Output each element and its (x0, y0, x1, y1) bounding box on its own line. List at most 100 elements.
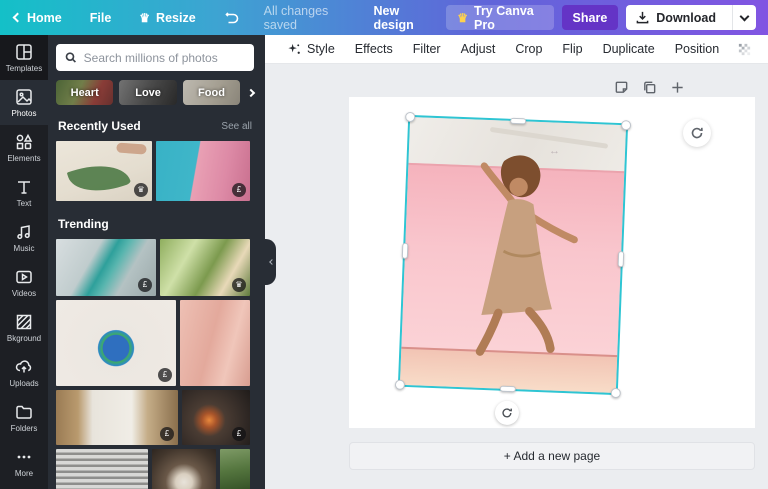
undo-button[interactable] (210, 0, 254, 35)
resize-cursor: ↔ (549, 145, 560, 157)
photo-thumb-family-picnic[interactable]: ♛ (160, 239, 250, 296)
download-main[interactable]: Download (626, 11, 726, 25)
download-button[interactable]: Download (626, 5, 756, 30)
sidebar-label: Elements (7, 153, 41, 163)
style-button[interactable]: Style (277, 42, 345, 57)
transparency-icon (739, 43, 751, 55)
rotate-icon (502, 408, 512, 418)
jumping-woman-photo[interactable] (397, 114, 629, 396)
photo-thumb-globe-hands[interactable]: £ (56, 300, 176, 386)
videos-icon (16, 270, 32, 283)
sidebar-item-uploads[interactable]: Uploads (0, 350, 48, 395)
see-all-link[interactable]: See all (221, 121, 252, 132)
filter-button[interactable]: Filter (403, 42, 451, 56)
pro-crown-icon: ♛ (457, 10, 468, 25)
adjust-button[interactable]: Adjust (451, 42, 506, 56)
save-status: All changes saved (263, 3, 329, 32)
share-label: Share (572, 10, 608, 25)
sidebar-item-background[interactable]: Bkground (0, 305, 48, 350)
duplicate-page-button[interactable] (640, 78, 658, 96)
panel-collapse-tab[interactable] (265, 239, 276, 285)
sidebar-label: Uploads (9, 378, 39, 388)
position-button[interactable]: Position (665, 42, 729, 56)
sidebar-item-elements[interactable]: Elements (0, 125, 48, 170)
resize-handle-w[interactable] (401, 242, 409, 259)
chip-food[interactable]: Food (182, 80, 241, 105)
photo-thumb-fireplace[interactable]: £ (182, 390, 250, 445)
search-icon (65, 52, 76, 63)
add-page-label: + Add a new page (503, 449, 601, 463)
resize-button[interactable]: ♛ Resize (125, 0, 209, 35)
paid-badge: £ (232, 427, 246, 441)
undo-icon (225, 11, 238, 23)
notes-icon (615, 81, 627, 93)
sidebar-label: Music (13, 243, 35, 253)
resize-handle-e[interactable] (617, 251, 625, 268)
flip-button[interactable]: Flip (552, 42, 592, 56)
style-label: Style (307, 42, 335, 56)
chip-heart[interactable]: Heart (56, 80, 114, 105)
sidebar-item-music[interactable]: Music (0, 215, 48, 260)
sidebar-item-text[interactable]: Text (0, 170, 48, 215)
chips-next-button[interactable] (246, 88, 256, 97)
top-bar: Home File ♛ Resize All changes saved New… (0, 0, 768, 35)
photo-thumb-girl-pink-wall[interactable] (180, 300, 250, 386)
new-design-button[interactable]: New design (359, 0, 446, 35)
photo-thumb-blinds[interactable] (56, 449, 148, 489)
photo-thumb-kitchen-man[interactable]: £ (56, 239, 156, 296)
file-menu[interactable]: File (76, 0, 126, 35)
selected-image[interactable] (394, 111, 632, 426)
resize-handle-n[interactable] (510, 117, 527, 125)
sidebar-rail: Templates Photos Elements Text Music Vid… (0, 35, 48, 489)
sidebar-label: More (14, 468, 34, 478)
photo-thumb-fern[interactable]: ♛ (56, 141, 152, 201)
refresh-button[interactable] (683, 119, 711, 147)
share-button[interactable]: Share (561, 5, 619, 30)
search-input[interactable] (83, 50, 245, 65)
file-label: File (89, 10, 112, 25)
more-icon (17, 455, 31, 458)
text-icon (18, 180, 30, 194)
editor-toolbar: Style Effects Filter Adjust Crop Flip Du… (265, 35, 768, 64)
chevron-left-icon (12, 12, 23, 23)
sidebar-item-folders[interactable]: Folders (0, 395, 48, 440)
recently-used-title: Recently Used (58, 119, 141, 133)
crop-button[interactable]: Crop (505, 42, 552, 56)
download-dropdown[interactable] (732, 5, 756, 30)
sidebar-item-templates[interactable]: Templates (0, 35, 48, 80)
add-new-page-button[interactable]: + Add a new page (349, 442, 755, 470)
sidebar-item-photos[interactable]: Photos (0, 80, 48, 125)
photo-thumb-chef[interactable] (152, 449, 216, 489)
home-button[interactable]: Home (0, 0, 76, 35)
crop-label: Crop (515, 42, 543, 56)
chip-love[interactable]: Love (119, 80, 177, 105)
effects-button[interactable]: Effects (345, 42, 403, 56)
crown-badge: ♛ (232, 278, 246, 292)
try-canva-pro-button[interactable]: ♛ Try Canva Pro (446, 4, 554, 32)
category-chips: Heart Love Food (56, 80, 256, 105)
fern-illustration (66, 154, 132, 201)
sidebar-item-more[interactable]: More (0, 440, 48, 485)
link-button[interactable] (760, 42, 768, 57)
adjust-label: Adjust (460, 42, 496, 56)
sidebar-label: Text (16, 198, 32, 208)
download-icon (636, 11, 649, 24)
download-label: Download (656, 10, 716, 25)
chip-label: Heart (70, 86, 99, 99)
sidebar-label: Videos (11, 288, 37, 298)
add-page-icon-button[interactable] (668, 78, 686, 96)
photo-thumb-flowers[interactable]: £ (156, 141, 250, 201)
notes-button[interactable] (612, 78, 630, 96)
transparency-button[interactable] (729, 42, 760, 57)
sidebar-item-videos[interactable]: Videos (0, 260, 48, 305)
duplicate-button[interactable]: Duplicate (593, 42, 665, 56)
duplicate-page-icon (643, 81, 655, 93)
photos-panel: Heart Love Food Recently Used See all ♛ … (48, 35, 265, 489)
sidebar-label: Bkground (6, 333, 42, 343)
photos-icon (16, 88, 32, 105)
resize-handle-s[interactable] (499, 385, 516, 393)
photo-thumb-plants[interactable] (220, 449, 250, 489)
sidebar-label: Templates (5, 63, 43, 73)
search-box[interactable] (56, 44, 254, 71)
photo-thumb-kitchen-sink[interactable]: £ (56, 390, 178, 445)
